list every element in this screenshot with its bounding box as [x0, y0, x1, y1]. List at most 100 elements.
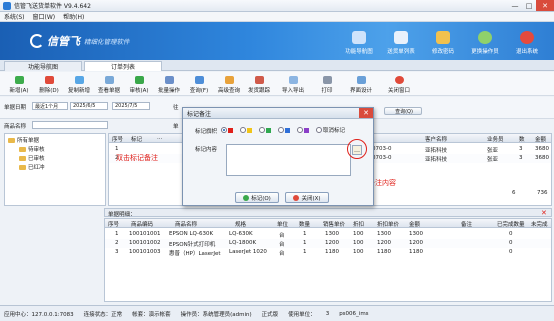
close-icon [394, 76, 404, 84]
flag-yellow-option[interactable] [240, 127, 252, 133]
layout-design-button[interactable]: 界面设计 [342, 73, 380, 95]
menu-bar: 系统(S) 窗口(W) 帮助(H) [0, 12, 554, 22]
search-button[interactable]: 查询(F) [184, 73, 214, 95]
dialog-title-bar: 标记备注 ✕ [183, 108, 373, 119]
logo-text: 信管飞 [47, 35, 80, 48]
list-icon [394, 31, 408, 44]
change-password-button[interactable]: 修改密码 [424, 25, 462, 57]
delete-button[interactable]: 删除(D) [34, 73, 64, 95]
plus-icon [14, 76, 24, 84]
flag-ok-button[interactable]: 标记(O) [235, 192, 279, 203]
delivery-list-button[interactable]: 送货单列表 [382, 25, 420, 57]
exit-button[interactable]: 退出系统 [508, 25, 546, 57]
menu-window[interactable]: 窗口(W) [33, 12, 56, 21]
tree-all[interactable]: 所有单据 [8, 136, 39, 144]
switch-operator-button[interactable]: 更换操作员 [466, 25, 504, 57]
annotation-double-click: 双击标记备注 [116, 154, 158, 162]
company: 使用单位： [288, 311, 316, 318]
radio-icon [297, 127, 303, 133]
power-icon [520, 31, 534, 44]
page-indicator: 3 [325, 310, 330, 317]
blue-flag-icon [285, 127, 290, 133]
toolbar: 新增(A) 删除(D) 复制新增 查看单据 审核(A) 批量操作 查询(F) 高… [0, 72, 554, 96]
category-tree: 所有单据 待审核 已审核 已红冲 [4, 133, 106, 206]
close-window-tool-button[interactable]: 关闭窗口 [380, 73, 418, 95]
radio-icon [259, 127, 265, 133]
document-icon [104, 76, 114, 84]
nav-map-button[interactable]: 功能导航图 [340, 25, 378, 57]
dialog-close-icon[interactable]: ✕ [359, 108, 373, 118]
approve-button[interactable]: 审核(A) [124, 73, 154, 95]
minimize-button[interactable]: — [508, 0, 522, 11]
product-label: 商品名称 [4, 124, 27, 130]
flag-green-option[interactable] [259, 127, 271, 133]
tab-order-list[interactable]: 订单列表 [84, 61, 162, 71]
connection-status: 连接状态：正常 [83, 311, 123, 318]
unit-label: 单 [173, 124, 179, 130]
flag-clear-option[interactable]: 取消标记 [316, 126, 345, 134]
total-amount: 736 [537, 190, 548, 196]
detail-header: 单据明细： ✕ [104, 208, 552, 218]
batch-button[interactable]: 批量操作 [154, 73, 184, 95]
ship-track-button[interactable]: 发货跟踪 [244, 73, 274, 95]
copy-new-button[interactable]: 复制新增 [64, 73, 94, 95]
menu-help[interactable]: 帮助(H) [63, 12, 84, 21]
printer-icon [322, 76, 332, 84]
table-row[interactable]: 1 100101001 EPSON LQ-630K LQ-630K 台 1 13… [105, 230, 551, 239]
dialog-close-button[interactable]: 关闭(X) [285, 192, 329, 203]
check-icon [134, 76, 144, 84]
detail-grid-header: 序号 商品编码 商品名称 规格 单位 数量 销售单价 折扣 折扣单价 金额 备注… [105, 219, 551, 228]
flag-blue-option[interactable] [278, 127, 290, 133]
org-label: 往 [173, 105, 179, 111]
flag-options: 取消标记 [221, 126, 345, 134]
product-name-field[interactable] [32, 121, 108, 129]
folder-icon [19, 146, 26, 152]
tree-reversed[interactable]: 已红冲 [19, 163, 45, 171]
date-label: 单据日期 [4, 105, 27, 111]
window-title: 信管飞送货单软件 V9.4.642 [14, 3, 91, 10]
view-doc-button[interactable]: 查看单据 [94, 73, 124, 95]
purple-flag-icon [304, 127, 309, 133]
import-export-button[interactable]: 导入导出 [274, 73, 312, 95]
detail-grid: 序号 商品编码 商品名称 规格 单位 数量 销售单价 折扣 折扣单价 金额 备注… [104, 218, 552, 302]
logo-icon [30, 34, 44, 48]
close-detail-icon[interactable]: ✕ [541, 209, 547, 217]
green-flag-icon [266, 127, 271, 133]
date-from-field[interactable]: 2025/6/5 [70, 102, 108, 110]
flag-red-option[interactable] [221, 127, 233, 133]
flag-label: 标记旗帜 [195, 129, 218, 135]
highlight-circle [347, 139, 367, 159]
operator: 操作员：系统管理员(admin) [180, 311, 252, 318]
edition: 正式版 [261, 311, 279, 318]
close-window-button[interactable]: ✕ [536, 0, 554, 11]
truck-icon [254, 76, 264, 84]
flag-purple-option[interactable] [297, 127, 309, 133]
radio-icon [316, 127, 322, 133]
date-to-field[interactable]: 2025/7/5 [112, 102, 150, 110]
tab-nav-map[interactable]: 功能导航图 [4, 61, 82, 71]
memo-textarea[interactable] [226, 144, 351, 176]
server-status: 应用中心：127.0.0.1:7083 [4, 311, 74, 318]
folder-icon [19, 164, 26, 170]
menu-system[interactable]: 系统(S) [4, 12, 25, 21]
lock-icon [436, 31, 450, 44]
advanced-search-button[interactable]: 高级查询 [214, 73, 244, 95]
yellow-flag-icon [247, 127, 252, 133]
tree-pending[interactable]: 待审核 [19, 145, 45, 153]
query-button[interactable]: 查询(Q) [384, 107, 422, 115]
layout-icon [356, 76, 366, 84]
filter-icon [224, 76, 234, 84]
date-range-select[interactable]: 最近1个月 [32, 102, 68, 110]
print-button[interactable]: 打印 [312, 73, 342, 95]
table-row[interactable]: 2 100101002 EPSON针式打印机 LQ-1800K 台 1 1200… [105, 239, 551, 248]
new-button[interactable]: 新增(A) [4, 73, 34, 95]
copy-icon [74, 76, 84, 84]
maximize-button[interactable]: □ [522, 0, 536, 11]
slogan: 精细化管理软件 [84, 38, 130, 46]
title-bar: 信管飞送货单软件 V9.4.642 — □ ✕ [0, 0, 554, 12]
table-row[interactable]: 3 100101003 惠普（HP）LaserJet LaserJet 1020… [105, 248, 551, 257]
logo: 信管飞 精细化管理软件 [30, 33, 130, 49]
tree-approved[interactable]: 已审核 [19, 154, 45, 162]
monitor-icon [352, 31, 366, 44]
header-banner: 信管飞 精细化管理软件 功能导航图 送货单列表 修改密码 更换操作员 退出系统 [0, 22, 554, 60]
